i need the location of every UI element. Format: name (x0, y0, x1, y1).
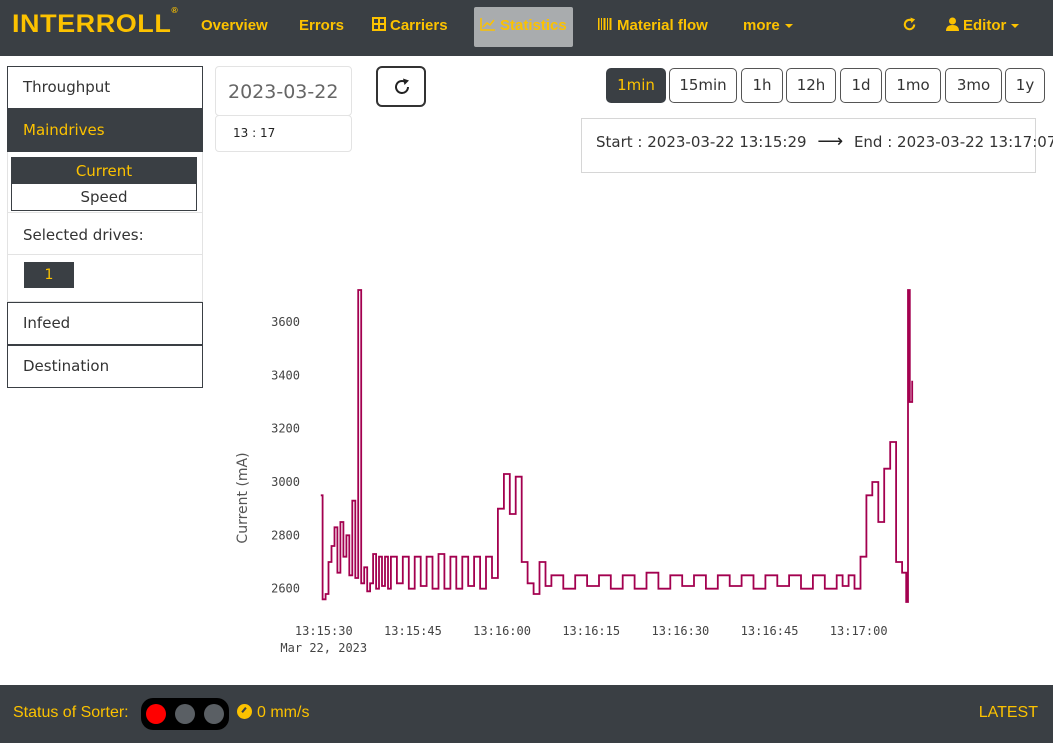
nav-user-dropdown[interactable]: Editor (946, 0, 1020, 56)
x-tick-label: 13:16:30 (651, 624, 709, 638)
y-tick-label: 3000 (271, 475, 300, 489)
x-tick-label: 13:15:30 (295, 624, 353, 638)
range-button-3mo[interactable]: 3mo (945, 68, 1002, 103)
x-tick-label: 13:15:45 (384, 624, 442, 638)
status-light-off (204, 704, 224, 724)
period-start-label: Start : (596, 133, 643, 151)
grid-icon (372, 17, 386, 31)
line-chart-icon (480, 18, 495, 31)
refresh-icon (395, 78, 409, 94)
nav-carriers-label: Carriers (390, 17, 448, 34)
chevron-down-icon (1011, 24, 1020, 29)
top-navbar: INTERROLL® Overview Errors Carriers Stat… (0, 0, 1053, 56)
x-tick-label: 13:16:15 (562, 624, 620, 638)
submenu-speed-label: Speed (80, 188, 128, 206)
x-tick-label: 13:16:45 (741, 624, 799, 638)
submenu-speed-button[interactable]: Speed (11, 183, 197, 211)
period-start-value: 2023-03-22 13:15:29 (647, 133, 807, 151)
chevron-down-icon (784, 24, 793, 29)
nav-errors[interactable]: Errors (299, 0, 344, 56)
selected-drive-badge[interactable]: 1 (24, 262, 74, 288)
sidebar-item-infeed[interactable]: Infeed (7, 302, 203, 345)
nav-carriers[interactable]: Carriers (372, 0, 448, 56)
x-tick-sublabel: Mar 22, 2023 (280, 641, 367, 655)
nav-errors-label: Errors (299, 17, 345, 34)
current-chart[interactable]: Current (mA) 2600 2800 3000 3200 3400 3600 13… (210, 280, 940, 665)
submenu-current-label: Current (75, 162, 133, 180)
selected-drives-label: Selected drives: (23, 226, 144, 244)
speedometer-icon (237, 704, 252, 719)
sorter-status-label: Status of Sorter: (13, 704, 129, 721)
range-button-12h[interactable]: 12h (786, 68, 836, 103)
status-light-off (175, 704, 195, 724)
status-footer: Status of Sorter: 0 mm/s LATEST (0, 685, 1053, 743)
y-tick-label: 3600 (271, 315, 300, 329)
brand-logo-text: INTERROLL (12, 10, 172, 38)
range-button-1mo[interactable]: 1mo (885, 68, 941, 103)
period-end-value: 2023-03-22 13:17:07 (897, 133, 1053, 151)
latest-link[interactable]: LATEST (979, 704, 1038, 722)
nav-refresh[interactable] (902, 0, 917, 56)
date-input[interactable]: 2023-03-22 (215, 66, 352, 116)
nav-overview-label: Overview (201, 17, 268, 34)
trademark-symbol: ® (171, 5, 179, 15)
x-tick-label: 13:16:00 (473, 624, 531, 638)
arrow-right-icon: ⟶ (817, 131, 844, 152)
status-light-red (146, 704, 166, 724)
y-tick-label: 3200 (271, 422, 300, 436)
time-input[interactable]: 13 : 17 (215, 115, 352, 152)
sidebar-item-destination[interactable]: Destination (7, 345, 203, 388)
nav-user-label: Editor (963, 17, 1007, 34)
nav-statistics-label: Statistics (500, 17, 567, 34)
maindrives-submenu: Current Speed Selected drives: 1 (7, 152, 203, 302)
range-button-1h[interactable]: 1h (741, 68, 783, 103)
y-tick-label: 2800 (271, 528, 300, 542)
y-axis-label: Current (mA) (235, 452, 251, 543)
sidebar-item-throughput-label: Throughput (23, 78, 111, 96)
period-end-label: End : (853, 133, 893, 151)
nav-statistics[interactable]: Statistics (474, 7, 573, 47)
range-button-1y[interactable]: 1y (1005, 68, 1045, 103)
divider (8, 212, 202, 213)
sidebar-item-throughput[interactable]: Throughput (7, 66, 203, 109)
barcode-icon (598, 18, 612, 30)
user-icon (946, 17, 959, 31)
submenu-current-button[interactable]: Current (11, 157, 197, 185)
chart-refresh-button[interactable] (376, 66, 426, 107)
range-button-15min[interactable]: 15min (669, 68, 737, 103)
sorter-speed-value: 0 mm/s (257, 704, 310, 721)
sidebar-item-destination-label: Destination (23, 357, 110, 375)
nav-overview[interactable]: Overview (201, 0, 268, 56)
x-tick-label: 13:17:00 (830, 624, 888, 638)
brand-logo[interactable]: INTERROLL® (12, 6, 178, 39)
divider (8, 254, 202, 255)
y-tick-label: 2600 (271, 582, 300, 596)
period-display: Start : 2023-03-22 13:15:29 ⟶ End : 2023… (581, 118, 1053, 173)
sidebar-item-infeed-label: Infeed (23, 314, 71, 332)
nav-more-label: more (743, 17, 780, 34)
sorter-speed: 0 mm/s (237, 704, 309, 722)
range-button-1d[interactable]: 1d (840, 68, 882, 103)
refresh-icon (903, 17, 916, 31)
nav-material-flow[interactable]: Material flow (597, 0, 708, 56)
sidebar-item-maindrives-label: Maindrives (23, 121, 105, 139)
sorter-status-lights (141, 698, 229, 730)
nav-material-flow-label: Material flow (617, 17, 708, 34)
series-line (320, 289, 914, 603)
nav-more-dropdown[interactable]: more (743, 0, 793, 56)
range-button-1min[interactable]: 1min (606, 68, 666, 103)
sidebar-item-maindrives[interactable]: Maindrives (7, 109, 203, 152)
y-tick-label: 3400 (271, 368, 300, 382)
